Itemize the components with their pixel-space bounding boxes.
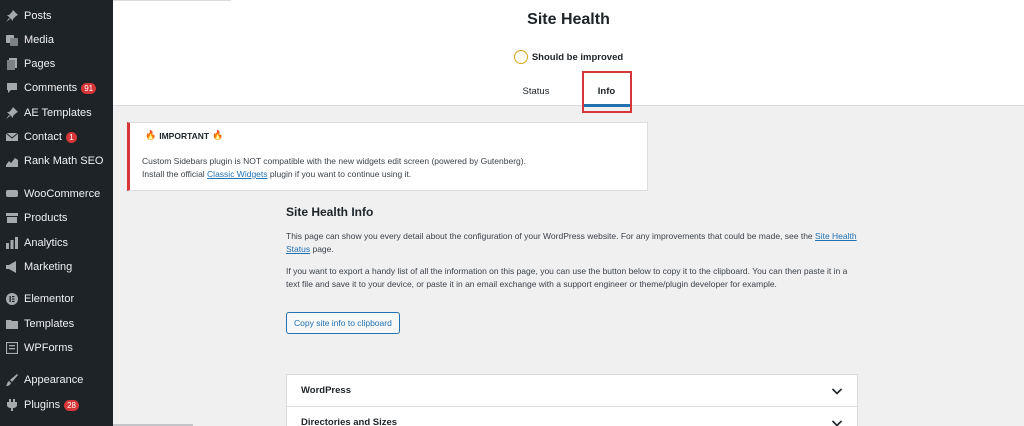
- sidebar-item-ae-templates[interactable]: AE Templates: [0, 102, 113, 124]
- sidebar-item-templates[interactable]: Templates: [0, 313, 113, 335]
- classic-widgets-link[interactable]: Classic Widgets: [207, 169, 267, 179]
- sidebar-item-label: Products: [24, 212, 68, 224]
- elementor-icon: [6, 293, 18, 305]
- accordion-label: WordPress: [301, 385, 351, 396]
- notice-text-fragment: Install the official: [142, 169, 208, 179]
- mail-icon: [6, 131, 18, 143]
- pin-icon: [6, 107, 18, 119]
- paragraph-fragment: This page can show you every detail abou…: [286, 231, 816, 241]
- megaphone-icon: [6, 261, 18, 273]
- paragraph-fragment: page.: [310, 244, 334, 254]
- sidebar-item-posts[interactable]: Posts: [0, 5, 113, 27]
- fire-icon: 🔥: [212, 130, 224, 140]
- sidebar-item-wpforms[interactable]: WPForms: [0, 337, 113, 359]
- site-health-tabs: Status Info: [113, 76, 1024, 107]
- divider: [113, 0, 231, 1]
- sidebar-item-appearance[interactable]: Appearance: [0, 369, 113, 391]
- sidebar-item-label: Pages: [24, 58, 56, 70]
- sidebar-item-label: Media: [24, 34, 54, 46]
- sidebar-item-products[interactable]: Products: [0, 207, 113, 229]
- sidebar-item-label: Plugins: [24, 399, 61, 411]
- tab-status[interactable]: Status: [509, 76, 563, 106]
- accordion-label: Directories and Sizes: [301, 417, 398, 426]
- sidebar-item-label: Templates: [24, 318, 75, 330]
- sidebar-item-label: WooCommerce: [24, 188, 101, 200]
- sidebar-item-label: Comments: [24, 82, 78, 94]
- site-health-info: Site Health Info This page can show you …: [286, 205, 858, 334]
- status-label: Should be improved: [531, 51, 624, 63]
- notice-text: Custom Sidebars plugin is NOT compatible…: [142, 155, 635, 181]
- woocommerce-icon: [6, 188, 18, 200]
- notice-text-fragment: plugin if you want to continue using it.: [267, 169, 412, 179]
- notice-title-text: IMPORTANT: [159, 130, 210, 141]
- annotation-highlight-box: [582, 71, 632, 113]
- sidebar-item-label: AE Templates: [24, 107, 92, 119]
- form-icon: [6, 342, 18, 354]
- sidebar-item-label: Elementor: [24, 293, 75, 305]
- chart-line-icon: [6, 155, 18, 167]
- health-status: Should be improved: [113, 50, 1024, 64]
- sidebar-item-label: Contact: [24, 131, 62, 143]
- sidebar-item-marketing[interactable]: Marketing: [0, 256, 113, 278]
- comment-icon: [6, 82, 18, 94]
- sidebar-item-label: Analytics: [24, 237, 69, 249]
- archive-icon: [6, 212, 18, 224]
- sidebar-item-label: Posts: [24, 10, 52, 22]
- notice-line: Install the official Classic Widgets plu…: [142, 168, 635, 181]
- sidebar-item-media[interactable]: Media: [0, 29, 113, 51]
- notice-title: 🔥 IMPORTANT 🔥: [142, 130, 635, 141]
- info-accordion: WordPress Directories and Sizes: [286, 374, 858, 426]
- folder-icon: [6, 318, 18, 330]
- sidebar-item-label: Rank Math SEO: [24, 155, 104, 167]
- sidebar-item-elementor[interactable]: Elementor: [0, 288, 113, 310]
- copy-site-info-button[interactable]: Copy site info to clipboard: [286, 312, 400, 334]
- pages-icon: [6, 58, 18, 70]
- status-indicator-icon: [513, 50, 528, 64]
- brush-icon: [6, 374, 18, 386]
- accordion-item-wordpress[interactable]: WordPress: [287, 375, 857, 407]
- admin-sidebar: Posts Media Pages Comments 91 AE Templat…: [0, 0, 113, 426]
- chevron-down-icon: [831, 419, 843, 426]
- plugin-icon: [6, 399, 18, 411]
- plugin-compatibility-notice: 🔥 IMPORTANT 🔥 Custom Sidebars plugin is …: [127, 122, 648, 191]
- sidebar-item-label: Marketing: [24, 261, 73, 273]
- sidebar-item-woocommerce[interactable]: WooCommerce: [0, 183, 113, 205]
- media-icon: [6, 34, 18, 46]
- sidebar-item-comments[interactable]: Comments 91: [0, 77, 113, 99]
- contact-count-badge: 1: [65, 131, 77, 143]
- fire-icon: 🔥: [145, 130, 157, 140]
- site-health-header: Site Health Should be improved Status In…: [113, 0, 1024, 107]
- export-paragraph: If you want to export a handy list of al…: [286, 266, 848, 289]
- sidebar-item-plugins[interactable]: Plugins 28: [0, 394, 113, 416]
- pin-icon: [6, 10, 18, 22]
- description-paragraph: This page can show you every detail abou…: [286, 230, 858, 256]
- sidebar-item-rank-math-seo[interactable]: Rank Math SEO: [0, 150, 113, 172]
- plugins-count-badge: 28: [64, 399, 79, 411]
- page-title: Site Health: [527, 11, 610, 28]
- sidebar-item-label: WPForms: [24, 342, 73, 354]
- sidebar-item-pages[interactable]: Pages: [0, 53, 113, 75]
- chevron-down-icon: [831, 387, 843, 395]
- sidebar-item-label: Appearance: [24, 374, 84, 386]
- sidebar-item-contact[interactable]: Contact 1: [0, 126, 113, 148]
- accordion-item-directories-and-sizes[interactable]: Directories and Sizes: [287, 407, 857, 426]
- comments-count-badge: 91: [81, 82, 97, 94]
- notice-line: Custom Sidebars plugin is NOT compatible…: [142, 156, 526, 166]
- sidebar-item-analytics[interactable]: Analytics: [0, 232, 113, 254]
- section-heading: Site Health Info: [286, 205, 374, 219]
- bar-chart-icon: [6, 237, 18, 249]
